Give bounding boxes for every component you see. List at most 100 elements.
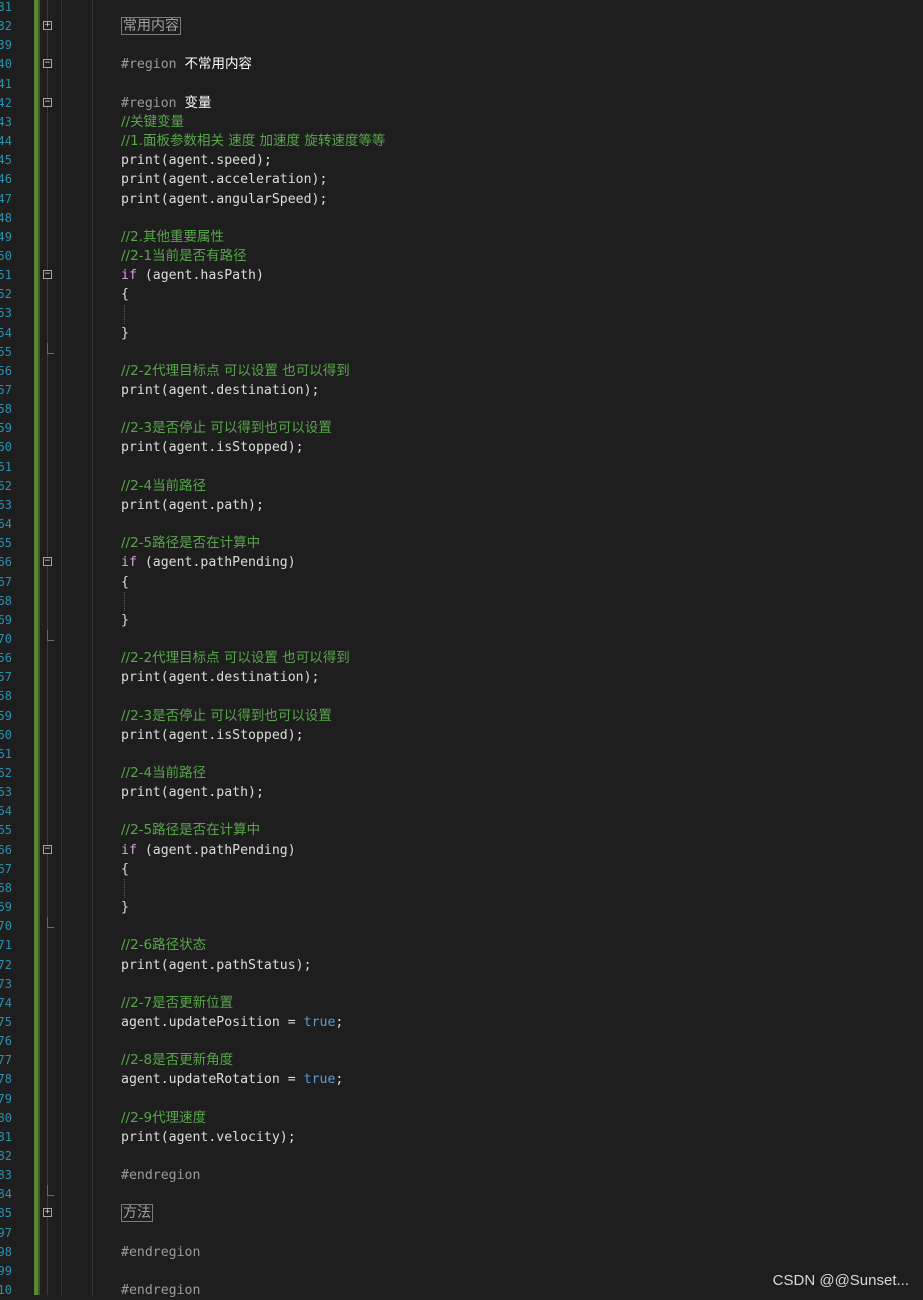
code-line[interactable]: 39 xyxy=(0,36,923,55)
code-line[interactable]: 61 xyxy=(0,745,923,764)
code-line[interactable]: 59 //2-3是否停止 可以得到也可以设置 xyxy=(0,707,923,726)
code-line[interactable]: 82 xyxy=(0,1147,923,1166)
code-text[interactable]: //2-7是否更新位置 xyxy=(121,994,233,1013)
code-text[interactable]: #region 变量 xyxy=(121,94,212,113)
code-line[interactable]: 60 print(agent.isStopped); xyxy=(0,726,923,745)
code-text[interactable]: print(agent.path); xyxy=(121,783,264,802)
code-line[interactable]: 57 print(agent.destination); xyxy=(0,381,923,400)
code-text[interactable]: //2.其他重要属性 xyxy=(121,228,224,247)
code-line[interactable]: 70 xyxy=(0,629,923,649)
code-text[interactable]: //2-3是否停止 可以得到也可以设置 xyxy=(121,419,332,438)
expand-icon[interactable]: + xyxy=(43,1208,52,1218)
code-text[interactable]: //2-4当前路径 xyxy=(121,477,206,496)
collapse-icon[interactable]: − xyxy=(43,270,52,280)
code-line[interactable]: 52 { xyxy=(0,285,923,304)
code-line[interactable]: 56 //2-2代理目标点 可以设置 也可以得到 xyxy=(0,649,923,668)
code-line[interactable]: 64 xyxy=(0,515,923,534)
code-line[interactable]: 66 − if (agent.pathPending) xyxy=(0,553,923,572)
code-line[interactable]: 62 //2-4当前路径 xyxy=(0,477,923,496)
code-line[interactable]: 45 print(agent.speed); xyxy=(0,151,923,170)
collapsed-region[interactable]: 方法 xyxy=(121,1204,153,1223)
code-line[interactable]: 83 #endregion xyxy=(0,1166,923,1185)
code-line[interactable]: 48 xyxy=(0,209,923,228)
code-line[interactable]: 59 //2-3是否停止 可以得到也可以设置 xyxy=(0,419,923,438)
code-text[interactable]: print(agent.angularSpeed); xyxy=(121,190,327,209)
code-line[interactable]: 67 { xyxy=(0,573,923,592)
code-line[interactable]: 49 //2.其他重要属性 xyxy=(0,228,923,247)
code-line[interactable]: 41 xyxy=(0,75,923,94)
code-line[interactable]: 64 xyxy=(0,802,923,821)
code-line[interactable]: 65 //2-5路径是否在计算中 xyxy=(0,821,923,840)
code-line[interactable]: 32 + 常用内容 xyxy=(0,17,923,36)
code-line[interactable]: 50 //2-1当前是否有路径 xyxy=(0,247,923,266)
code-text[interactable]: #region 不常用内容 xyxy=(121,55,252,74)
code-line[interactable]: 85 + 方法 xyxy=(0,1204,923,1223)
code-line[interactable]: 61 xyxy=(0,458,923,477)
code-text[interactable]: } xyxy=(121,611,129,630)
code-text[interactable]: print(agent.isStopped); xyxy=(121,438,304,457)
code-line[interactable]: 66 − if (agent.pathPending) xyxy=(0,841,923,860)
code-text[interactable]: print(agent.isStopped); xyxy=(121,726,304,745)
code-line[interactable]: 53 xyxy=(0,304,923,323)
code-line[interactable]: 40 − #region 不常用内容 xyxy=(0,55,923,74)
code-text[interactable]: //2-5路径是否在计算中 xyxy=(121,821,260,840)
code-text[interactable]: print(agent.path); xyxy=(121,496,264,515)
code-text[interactable]: print(agent.acceleration); xyxy=(121,170,327,189)
code-text[interactable]: 常用内容 xyxy=(121,17,181,36)
code-line[interactable]: 31 xyxy=(0,0,923,17)
code-text[interactable]: print(agent.pathStatus); xyxy=(121,956,312,975)
code-text[interactable]: { xyxy=(121,285,129,304)
code-text[interactable]: if (agent.pathPending) xyxy=(121,841,296,860)
expand-icon[interactable]: + xyxy=(43,21,52,31)
code-line[interactable]: 79 xyxy=(0,1090,923,1109)
collapse-icon[interactable]: − xyxy=(43,557,52,567)
code-text[interactable]: //2-3是否停止 可以得到也可以设置 xyxy=(121,707,332,726)
code-line[interactable]: 58 xyxy=(0,687,923,706)
code-text[interactable]: //2-2代理目标点 可以设置 也可以得到 xyxy=(121,362,350,381)
code-line[interactable]: 62 //2-4当前路径 xyxy=(0,764,923,783)
code-text[interactable]: //2-1当前是否有路径 xyxy=(121,247,247,266)
code-line[interactable]: 68 xyxy=(0,879,923,898)
code-line[interactable]: 75 agent.updatePosition = true; xyxy=(0,1013,923,1032)
code-text[interactable]: { xyxy=(121,573,129,592)
code-text[interactable]: if (agent.pathPending) xyxy=(121,553,296,572)
code-line[interactable]: 44 //1.面板参数相关 速度 加速度 旋转速度等等 xyxy=(0,132,923,151)
code-line[interactable]: 47 print(agent.angularSpeed); xyxy=(0,190,923,209)
code-text[interactable]: print(agent.velocity); xyxy=(121,1128,296,1147)
code-line[interactable]: 63 print(agent.path); xyxy=(0,496,923,515)
code-line[interactable]: 77 //2-8是否更新角度 xyxy=(0,1051,923,1070)
code-text[interactable]: //2-2代理目标点 可以设置 也可以得到 xyxy=(121,649,350,668)
code-line[interactable]: 97 xyxy=(0,1224,923,1243)
code-text[interactable]: } xyxy=(121,898,129,917)
code-line[interactable]: 68 xyxy=(0,592,923,611)
code-line[interactable]: 56 //2-2代理目标点 可以设置 也可以得到 xyxy=(0,362,923,381)
code-text[interactable]: #endregion xyxy=(121,1166,200,1185)
collapse-icon[interactable]: − xyxy=(43,844,52,854)
code-text[interactable]: #endregion xyxy=(121,1281,200,1300)
code-line[interactable]: 74 //2-7是否更新位置 xyxy=(0,994,923,1013)
code-text[interactable]: //2-8是否更新角度 xyxy=(121,1051,233,1070)
code-text[interactable]: //1.面板参数相关 速度 加速度 旋转速度等等 xyxy=(121,132,385,151)
code-text[interactable]: { xyxy=(121,860,129,879)
code-line[interactable]: 78 agent.updateRotation = true; xyxy=(0,1070,923,1089)
collapse-icon[interactable]: − xyxy=(43,59,52,69)
code-line[interactable]: 60 print(agent.isStopped); xyxy=(0,438,923,457)
code-text[interactable]: agent.updatePosition = true; xyxy=(121,1013,343,1032)
code-line[interactable]: 43 //关键变量 xyxy=(0,113,923,132)
code-line[interactable]: 54} xyxy=(0,324,923,343)
code-line[interactable]: 84 xyxy=(0,1185,923,1204)
code-line[interactable]: 42 − #region 变量 xyxy=(0,94,923,113)
collapse-icon[interactable]: − xyxy=(43,97,52,107)
code-text[interactable]: agent.updateRotation = true; xyxy=(121,1070,343,1089)
code-line[interactable]: 73 xyxy=(0,975,923,994)
code-line[interactable]: 76 xyxy=(0,1032,923,1051)
code-line[interactable]: 80 //2-9代理速度 xyxy=(0,1109,923,1128)
code-line[interactable]: 63 print(agent.path); xyxy=(0,783,923,802)
code-line[interactable]: 57 print(agent.destination); xyxy=(0,668,923,687)
code-line[interactable]: 51 − if (agent.hasPath) xyxy=(0,266,923,285)
code-text[interactable]: //2-9代理速度 xyxy=(121,1109,206,1128)
code-text[interactable]: //2-5路径是否在计算中 xyxy=(121,534,260,553)
collapsed-region[interactable]: 常用内容 xyxy=(121,17,181,36)
code-line[interactable]: 72 print(agent.pathStatus); xyxy=(0,956,923,975)
code-text[interactable]: #endregion xyxy=(121,1243,200,1262)
